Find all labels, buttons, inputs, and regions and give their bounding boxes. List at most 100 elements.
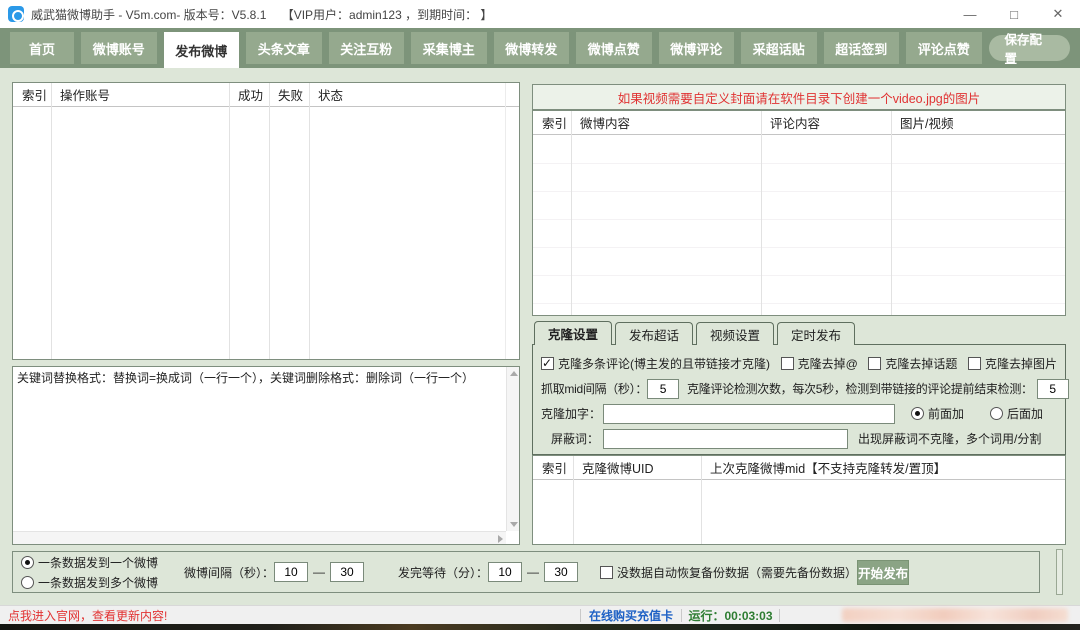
col-account[interactable]: 操作账号 xyxy=(51,85,229,104)
radio-icon xyxy=(21,576,34,589)
detect-count-label: 克隆评论检测次数，每次5秒，检测到带链接的评论提前结束检测： xyxy=(687,380,1033,397)
column-divider xyxy=(51,83,52,359)
scrollbar-track[interactable] xyxy=(505,83,506,359)
window-controls: — □ ✕ xyxy=(948,0,1080,28)
clone-remove-image-checkbox[interactable]: 克隆去掉图片 xyxy=(968,355,1057,372)
video-cover-notice: 如果视频需要自定义封面请在软件目录下创建一个video.jpg的图片 xyxy=(532,84,1066,110)
tab-collect-supertopic[interactable]: 采超话贴 xyxy=(741,32,817,64)
tab-collect-bloggers[interactable]: 采集博主 xyxy=(411,32,487,64)
window-title: 威武猫微博助手 - V5m.com- 版本号：V5.8.1 【VIP用户：adm… xyxy=(31,6,492,23)
content-table[interactable]: 索引 微博内容 评论内容 图片/视频 xyxy=(532,110,1066,316)
restore-backup-checkbox[interactable]: 没数据自动恢复备份数据（需要先备份数据） xyxy=(600,564,857,581)
one-data-one-weibo-radio[interactable]: 一条数据发到一个微博 xyxy=(21,554,158,571)
mid-interval-input[interactable] xyxy=(647,379,679,399)
col-weibo-content[interactable]: 微博内容 xyxy=(571,113,761,132)
keywords-textarea[interactable]: 关键词替换格式：替换词=换成词（一行一个），关键词删除格式：删除词（一行一个） xyxy=(12,366,520,545)
clone-multi-comments-checkbox[interactable]: 克隆多条评论(博主发的且带链接才克隆) xyxy=(541,355,770,372)
tab-weibo-repost[interactable]: 微博转发 xyxy=(494,32,570,64)
keywords-hint-text: 关键词替换格式：替换词=换成词（一行一个），关键词删除格式：删除词（一行一个） xyxy=(17,370,503,386)
checkbox-icon xyxy=(968,357,981,370)
clone-add-word-label: 克隆加字： xyxy=(541,405,603,422)
save-config-button[interactable]: 保存配置 xyxy=(989,35,1071,61)
scroll-right-icon[interactable] xyxy=(498,535,503,543)
accounts-table-header: 索引 操作账号 成功 失败 状态 xyxy=(13,83,519,107)
col-index[interactable]: 索引 xyxy=(533,458,573,477)
tab-video-settings[interactable]: 视频设置 xyxy=(696,322,774,345)
publish-controls: 一条数据发到一个微博 一条数据发到多个微博 微博间隔（秒）： — 发完等待（分）… xyxy=(12,551,1040,593)
clone-add-word-input[interactable] xyxy=(603,404,895,424)
tab-follow-mutual[interactable]: 关注互粉 xyxy=(329,32,405,64)
maximize-button[interactable]: □ xyxy=(992,0,1036,28)
clone-uid-table[interactable]: 索引 克隆微博UID 上次克隆微博mid【不支持克隆转发/置顶】 xyxy=(532,455,1066,545)
clone-tab-strip: 克隆设置 发布超话 视频设置 定时发布 xyxy=(534,322,858,345)
scroll-down-icon[interactable] xyxy=(510,522,518,527)
title-bar: 威武猫微博助手 - V5m.com- 版本号：V5.8.1 【VIP用户：adm… xyxy=(0,0,1080,28)
checkbox-checked-icon xyxy=(541,357,554,370)
clone-settings-panel: 克隆多条评论(博主发的且带链接才克隆) 克隆去掉@ 克隆去掉话题 克隆去掉图片 … xyxy=(532,344,1066,455)
column-divider xyxy=(229,83,230,359)
range-dash: — xyxy=(527,565,539,579)
column-divider xyxy=(701,456,702,544)
tab-comment-like[interactable]: 评论点赞 xyxy=(906,32,982,64)
content-table-header: 索引 微博内容 评论内容 图片/视频 xyxy=(533,111,1065,135)
tab-scheduled-publish[interactable]: 定时发布 xyxy=(777,322,855,345)
tab-publish-supertopic[interactable]: 发布超话 xyxy=(615,322,693,345)
start-publish-button[interactable]: 开始发布 xyxy=(857,560,909,585)
horizontal-scrollbar[interactable] xyxy=(13,531,506,544)
col-index[interactable]: 索引 xyxy=(533,113,571,132)
clone-remove-at-checkbox[interactable]: 克隆去掉@ xyxy=(781,355,858,372)
tab-clone-settings[interactable]: 克隆设置 xyxy=(534,321,612,345)
col-media[interactable]: 图片/视频 xyxy=(891,113,1065,132)
col-comment[interactable]: 评论内容 xyxy=(761,113,891,132)
col-index[interactable]: 索引 xyxy=(13,85,51,104)
add-back-radio[interactable]: 后面加 xyxy=(990,405,1043,422)
run-timer: 运行：00:03:03 xyxy=(682,607,779,624)
mid-interval-label: 抓取mid间隔（秒）： xyxy=(541,380,647,397)
nav-tab-bar: 首页 微博账号 发布微博 头条文章 关注互粉 采集博主 微博转发 微博点赞 微博… xyxy=(0,28,1080,68)
column-divider xyxy=(571,111,572,315)
radio-selected-icon xyxy=(911,407,924,420)
tab-headline-articles[interactable]: 头条文章 xyxy=(246,32,322,64)
app-window: 威武猫微博助手 - V5m.com- 版本号：V5.8.1 【VIP用户：adm… xyxy=(0,0,1080,630)
col-last-mid[interactable]: 上次克隆微博mid【不支持克隆转发/置顶】 xyxy=(701,458,1065,477)
clone-remove-topic-checkbox[interactable]: 克隆去掉话题 xyxy=(868,355,957,372)
tab-weibo-comment[interactable]: 微博评论 xyxy=(659,32,735,64)
checkbox-icon xyxy=(781,357,794,370)
col-success[interactable]: 成功 xyxy=(229,85,269,104)
statusbar-right-section xyxy=(780,608,1080,622)
radio-icon xyxy=(990,407,1003,420)
scroll-up-icon[interactable] xyxy=(510,371,518,376)
add-front-radio[interactable]: 前面加 xyxy=(911,405,964,422)
tab-home[interactable]: 首页 xyxy=(10,32,74,64)
buy-card-link[interactable]: 在线购买充值卡 xyxy=(581,607,681,624)
tab-publish-weibo[interactable]: 发布微博 xyxy=(164,32,240,68)
col-status[interactable]: 状态 xyxy=(309,85,519,104)
column-divider xyxy=(891,111,892,315)
block-words-label: 屏蔽词： xyxy=(541,430,603,447)
col-uid[interactable]: 克隆微博UID xyxy=(573,458,701,477)
checkbox-icon xyxy=(868,357,881,370)
close-button[interactable]: ✕ xyxy=(1036,0,1080,28)
panel-edge-sliver xyxy=(1056,549,1063,595)
wait-label: 发完等待（分）： xyxy=(398,564,488,581)
official-site-link[interactable]: 点我进入官网，查看更新内容! xyxy=(0,607,580,624)
block-words-input[interactable] xyxy=(603,429,848,449)
wait-from-input[interactable] xyxy=(488,562,522,582)
tab-weibo-accounts[interactable]: 微博账号 xyxy=(81,32,157,64)
app-icon xyxy=(8,6,24,22)
vertical-scrollbar[interactable] xyxy=(506,367,519,531)
interval-from-input[interactable] xyxy=(274,562,308,582)
column-divider xyxy=(573,456,574,544)
one-data-multi-weibo-radio[interactable]: 一条数据发到多个微博 xyxy=(21,574,158,591)
notice-text: 如果视频需要自定义封面请在软件目录下创建一个video.jpg的图片 xyxy=(618,88,981,107)
interval-to-input[interactable] xyxy=(330,562,364,582)
tab-weibo-like[interactable]: 微博点赞 xyxy=(576,32,652,64)
col-fail[interactable]: 失败 xyxy=(269,85,309,104)
desktop-edge-strip xyxy=(0,624,1080,630)
accounts-table[interactable]: 索引 操作账号 成功 失败 状态 xyxy=(12,82,520,360)
redacted-area xyxy=(842,608,1068,622)
detect-count-input[interactable] xyxy=(1037,379,1069,399)
wait-to-input[interactable] xyxy=(544,562,578,582)
minimize-button[interactable]: — xyxy=(948,0,992,28)
tab-supertopic-checkin[interactable]: 超话签到 xyxy=(824,32,900,64)
